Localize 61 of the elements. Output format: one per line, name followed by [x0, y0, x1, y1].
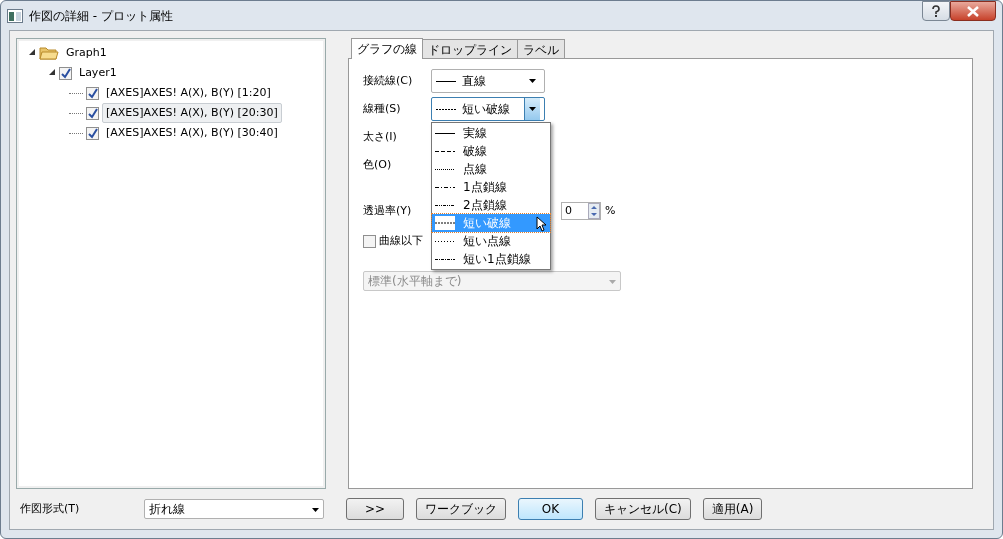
close-button[interactable]	[950, 1, 996, 21]
line-sample	[435, 131, 455, 135]
app-icon	[7, 8, 23, 23]
line-sample	[435, 257, 455, 261]
tree-item[interactable]: Layer1	[75, 62, 121, 84]
line-sample	[436, 107, 456, 111]
unit-label: %	[605, 202, 616, 219]
close-icon	[966, 5, 980, 17]
line-sample	[435, 149, 455, 153]
dropdown-option[interactable]: 破線	[432, 142, 550, 160]
line-sample	[435, 203, 455, 207]
dropdown-option[interactable]: 実線	[432, 124, 550, 142]
dropdown-option[interactable]: 短い点線	[432, 232, 550, 250]
dialog-button[interactable]: キャンセル(C)	[595, 498, 691, 520]
spin-arrows-icon	[588, 202, 600, 220]
tab[interactable]: ラベル	[517, 39, 565, 58]
tree-item[interactable]: [AXES]AXES! A(X), B(Y) [20:30]	[102, 102, 282, 124]
field-label: 色(O)	[363, 156, 393, 173]
line-sample	[435, 239, 455, 243]
line-sample	[435, 216, 455, 230]
tree-item[interactable]: Graph1	[62, 42, 111, 64]
tree-item[interactable]: [AXES]AXES! A(X), B(Y) [30:40]	[102, 122, 282, 144]
dropdown-option[interactable]: 1点鎖線	[432, 178, 550, 196]
caret-icon	[312, 507, 319, 512]
tree-item[interactable]: [AXES]AXES! A(X), B(Y) [1:20]	[102, 82, 275, 104]
tab[interactable]: ドロップライン	[422, 39, 518, 58]
checkbox[interactable]	[59, 66, 72, 80]
window-title: 作図の詳細 - プロット属性	[29, 7, 173, 25]
caret-icon	[609, 279, 616, 284]
dialog-button[interactable]: >>	[346, 498, 404, 520]
line-type-dropdown[interactable]: 短い破線	[431, 97, 545, 121]
help-icon	[931, 5, 941, 17]
dialog-button[interactable]: 適用(A)	[702, 498, 763, 520]
help-button[interactable]	[922, 1, 950, 21]
dialog-button[interactable]: OK	[518, 498, 583, 520]
checkbox-label: 曲線以下	[379, 232, 423, 249]
dropdown-option[interactable]: 点線	[432, 160, 550, 178]
checkbox[interactable]	[86, 126, 99, 140]
checkbox[interactable]	[86, 106, 99, 120]
connect-line-dropdown[interactable]: 直線	[431, 69, 545, 93]
dropdown-option[interactable]: 短い1点鎖線	[432, 250, 550, 268]
field-label: 太さ(I)	[363, 128, 398, 145]
line-sample	[435, 185, 455, 189]
fill-mode-dropdown: 標準(水平軸まで)	[363, 271, 621, 291]
dropdown-option[interactable]: 2点鎖線	[432, 196, 550, 214]
tab[interactable]: グラフの線	[351, 38, 423, 59]
folder-icon	[39, 44, 59, 62]
checkbox[interactable]	[86, 86, 99, 100]
caret-icon	[529, 107, 536, 111]
field-label: 作図形式(T)	[19, 500, 81, 517]
caret-icon	[528, 79, 536, 83]
field-label: 線種(S)	[363, 100, 402, 117]
field-label: 接続線(C)	[363, 72, 414, 89]
transparency-spinner[interactable]: 0	[561, 202, 601, 220]
dialog-button[interactable]: ワークブック	[416, 498, 506, 520]
line-sample	[435, 167, 455, 171]
checkbox[interactable]	[363, 234, 376, 248]
line-sample	[436, 79, 456, 83]
mouse-cursor-icon	[536, 214, 547, 232]
plot-type-dropdown[interactable]: 折れ線	[144, 499, 324, 519]
field-label: 透過率(Y)	[363, 202, 413, 219]
